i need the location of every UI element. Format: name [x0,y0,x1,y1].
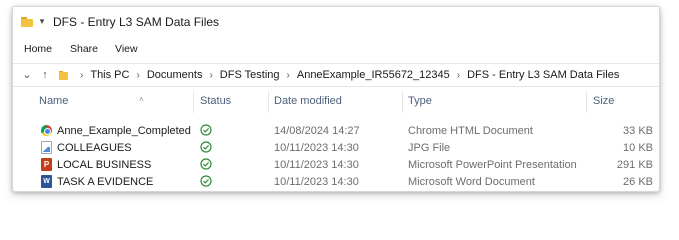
column-divider[interactable] [193,91,194,113]
column-header-date-modified[interactable]: Date modified [274,95,394,113]
file-date: 10/11/2023 14:30 [274,159,359,171]
chevron-right-icon: › [80,69,84,81]
file-list: Name ˄ Status Date modified Type Size An… [13,87,659,191]
chrome-html-icon [41,125,52,136]
file-row[interactable]: COLLEAGUES 10/11/2023 14:30 JPG File 10 … [13,140,659,157]
column-header-name[interactable]: Name ˄ [39,95,189,113]
word-document-icon [41,175,52,188]
sync-status-check-icon [200,175,212,187]
title-bar: ▾ DFS - Entry L3 SAM Data Files [13,7,659,37]
file-type: Chrome HTML Document [408,125,533,137]
file-type: Microsoft PowerPoint Presentation [408,159,577,171]
window-title: DFS - Entry L3 SAM Data Files [53,15,220,29]
file-name: COLLEAGUES [57,142,132,154]
tab-view[interactable]: View [115,43,138,55]
sort-ascending-icon: ˄ [139,95,144,104]
chevron-right-icon[interactable]: › [287,70,290,81]
file-row[interactable]: LOCAL BUSINESS 10/11/2023 14:30 Microsof… [13,157,659,174]
tab-share[interactable]: Share [70,43,98,55]
file-name: TASK A EVIDENCE [57,176,154,188]
file-explorer-window: ▾ DFS - Entry L3 SAM Data Files Home Sha… [12,6,660,192]
breadcrumb-dfs-testing[interactable]: DFS Testing [220,69,280,81]
file-row[interactable]: Anne_Example_Completed 14/08/2024 14:27 … [13,123,659,140]
column-divider[interactable] [586,91,587,113]
column-header-type[interactable]: Type [408,95,578,113]
file-size: 26 KB [623,176,653,188]
column-divider[interactable] [268,91,269,113]
quick-access-dropdown-icon[interactable]: ▾ [37,16,47,26]
chevron-right-icon[interactable]: › [136,70,139,81]
chevron-right-icon[interactable]: › [209,70,212,81]
address-folder-icon [59,71,68,80]
column-header-size[interactable]: Size [593,95,653,113]
chevron-right-icon[interactable]: › [457,70,460,81]
file-date: 14/08/2024 14:27 [274,125,360,137]
recent-locations-chevron-icon[interactable]: ⌄ [19,67,35,83]
breadcrumb: › This PC › Documents › DFS Testing › An… [73,69,619,81]
breadcrumb-documents[interactable]: Documents [147,69,203,81]
address-bar-row: ⌄ ↑ › This PC › Documents › DFS Testing … [13,63,659,87]
column-divider[interactable] [402,91,403,113]
tab-home[interactable]: Home [24,43,52,55]
breadcrumb-current-folder[interactable]: DFS - Entry L3 SAM Data Files [467,69,619,81]
jpg-file-icon [41,141,52,154]
file-type: JPG File [408,142,451,154]
file-type: Microsoft Word Document [408,176,535,188]
sync-status-check-icon [200,158,212,170]
sync-status-check-icon [200,141,212,153]
breadcrumb-anne-example[interactable]: AnneExample_IR55672_12345 [297,69,450,81]
folder-icon [21,17,33,27]
file-row[interactable]: TASK A EVIDENCE 10/11/2023 14:30 Microso… [13,174,659,191]
ribbon-tabs: Home Share View [13,43,659,59]
file-size: 291 KB [616,159,653,171]
column-header-status[interactable]: Status [200,95,270,113]
file-date: 10/11/2023 14:30 [274,142,359,154]
sync-status-check-icon [200,124,212,136]
file-size: 10 KB [623,142,653,154]
column-header-name-label: Name [39,95,69,107]
file-date: 10/11/2023 14:30 [274,176,359,188]
breadcrumb-this-pc[interactable]: This PC [90,69,129,81]
file-name: Anne_Example_Completed [57,125,191,137]
file-size: 33 KB [623,125,653,137]
file-name: LOCAL BUSINESS [57,159,152,171]
powerpoint-icon [41,158,52,171]
up-arrow-icon[interactable]: ↑ [37,67,53,83]
